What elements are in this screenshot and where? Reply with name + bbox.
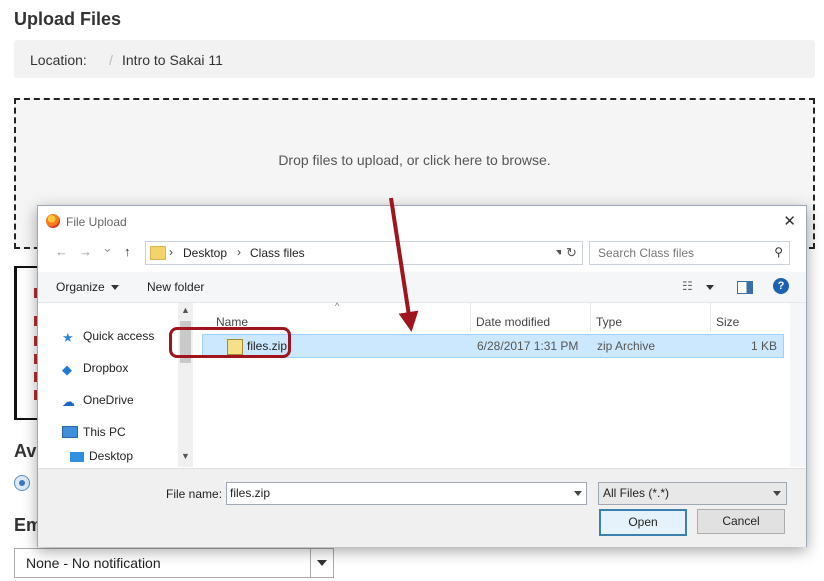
annotation-arrow [389,197,419,332]
arrow-line [389,197,419,332]
